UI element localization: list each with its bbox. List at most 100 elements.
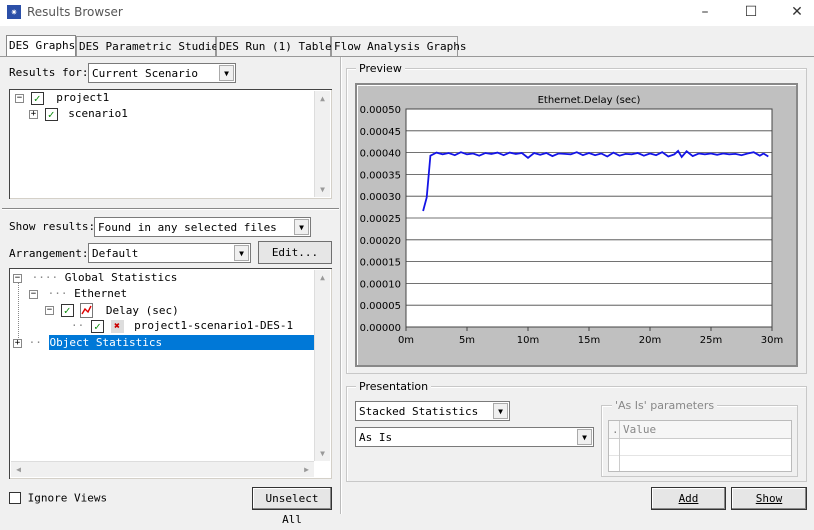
delay-label: Delay (sec) [105, 303, 179, 317]
scroll-right-icon[interactable]: ▶ [299, 462, 314, 477]
results-for-value: Current Scenario [92, 67, 198, 80]
presentation-mode-value: Stacked Statistics [359, 405, 479, 418]
delay-chart: Ethernet.Delay (sec) 0.00000 0.00005 0.0001… [360, 95, 784, 346]
unselect-all-button[interactable]: Unselect All [252, 487, 332, 526]
y-tick-label: 0.00045 [360, 127, 401, 138]
results-for-select[interactable]: Current Scenario ▼ [88, 63, 236, 83]
title-bar: ✷ Results Browser – ☐ ✕ [0, 0, 814, 26]
tree-node-scenario1[interactable]: + ✓ scenario1 [29, 107, 128, 123]
filter-value: As Is [359, 431, 393, 444]
expand-icon[interactable]: + [13, 338, 22, 348]
chevron-down-icon: ▼ [234, 245, 249, 261]
maximize-button[interactable]: ☐ [728, 0, 774, 26]
y-tick-label: 0.00015 [360, 258, 401, 269]
project1-label: project1 [56, 91, 110, 104]
global-statistics-label: Global Statistics [64, 271, 178, 284]
statistics-tree: − ···· Global Statistics − ··· Ethernet … [9, 268, 332, 479]
scroll-left-icon[interactable]: ◀ [11, 462, 26, 477]
tab-des-parametric-studies[interactable]: DES Parametric Studies [76, 36, 225, 56]
tree-node-run[interactable]: ·· ✓ ✖ project1-scenario1-DES-1 [71, 319, 293, 335]
add-button[interactable]: Add [651, 487, 726, 510]
parameters-header-value: Value [623, 423, 657, 436]
y-tick-label: 0.00005 [360, 301, 401, 312]
filter-select[interactable]: As Is ▼ [355, 427, 594, 447]
tree-node-delay[interactable]: − ✓ Delay (sec) [45, 303, 179, 319]
tree-node-global-statistics[interactable]: − ···· Global Statistics [13, 271, 177, 287]
tree-node-object-statistics[interactable]: + ·· Object Statistics [13, 335, 326, 351]
tree-node-project1[interactable]: − ✓ project1 [15, 91, 109, 107]
y-tick-label: 0.00000 [360, 323, 401, 334]
arrangement-value: Default [92, 247, 139, 260]
y-tick-label: 0.00025 [360, 214, 401, 225]
collapse-icon[interactable]: − [15, 93, 24, 103]
chart-title: Ethernet.Delay (sec) [538, 95, 641, 106]
parameters-header-dot: . [612, 423, 619, 436]
show-label: Show [755, 492, 783, 505]
y-tick-label: 0.00030 [360, 192, 401, 203]
x-tick-label: 5m [459, 335, 475, 346]
show-results-label: Show results: [9, 220, 96, 233]
x-tick-label: 10m [517, 335, 539, 346]
y-tick-label: 0.00050 [360, 105, 401, 116]
minimize-button[interactable]: – [682, 0, 728, 26]
arrangement-label: Arrangement: [9, 247, 89, 260]
tree-node-ethernet[interactable]: − ··· Ethernet [29, 287, 127, 303]
edit-button[interactable]: Edit... [258, 241, 332, 264]
checkbox-run[interactable]: ✓ [90, 319, 104, 333]
file-tree: − ✓ project1 + ✓ scenario1 ▲ ▼ [9, 89, 332, 199]
ignore-views-checkbox-row[interactable]: Ignore Views [9, 491, 107, 505]
add-label: Add [678, 492, 699, 505]
presentation-mode-select[interactable]: Stacked Statistics ▼ [355, 401, 510, 421]
object-statistics-label: Object Statistics [48, 335, 326, 350]
window-title: Results Browser [27, 5, 123, 19]
preview-title: Preview [356, 62, 405, 75]
scroll-up-icon[interactable]: ▲ [315, 91, 330, 106]
scroll-up-icon[interactable]: ▲ [315, 270, 330, 285]
chevron-down-icon: ▼ [577, 429, 592, 445]
scroll-down-icon[interactable]: ▼ [315, 446, 330, 461]
checkbox-project1[interactable]: ✓ [30, 91, 44, 105]
ignore-views-checkbox[interactable] [9, 492, 21, 504]
chevron-down-icon: ▼ [294, 219, 309, 235]
results-for-label: Results for: [9, 66, 89, 79]
x-tick-label: 15m [578, 335, 600, 346]
close-button[interactable]: ✕ [774, 0, 814, 26]
panel-divider [340, 57, 342, 514]
arrangement-select[interactable]: Default ▼ [88, 243, 251, 263]
collapse-icon[interactable]: − [13, 273, 22, 283]
checkbox-scenario1[interactable]: ✓ [44, 107, 58, 121]
x-tick-label: 25m [700, 335, 722, 346]
checkbox-delay[interactable]: ✓ [60, 304, 74, 317]
presentation-title: Presentation [356, 380, 432, 393]
run-label: project1-scenario1-DES-1 [134, 319, 294, 332]
show-button[interactable]: Show [731, 487, 807, 510]
ethernet-label: Ethernet [74, 287, 128, 300]
as-is-parameters-title: 'As Is' parameters [612, 399, 718, 412]
collapse-icon[interactable]: − [29, 289, 38, 299]
scenario1-label: scenario1 [68, 107, 128, 120]
parameters-header: . Value [609, 421, 791, 439]
y-tick-label: 0.00040 [360, 149, 401, 160]
tab-des-graphs[interactable]: DES Graphs [6, 35, 76, 56]
chevron-down-icon: ▼ [493, 403, 508, 419]
scroll-down-icon[interactable]: ▼ [315, 182, 330, 197]
expand-icon[interactable]: + [29, 109, 38, 119]
file-tree-scrollbar[interactable]: ▲ ▼ [314, 91, 330, 197]
y-tick-label: 0.00035 [360, 170, 401, 181]
tab-des-run-tables[interactable]: DES Run (1) Tables [216, 36, 338, 56]
tab-flow-analysis-graphs[interactable]: Flow Analysis Graphs [331, 36, 466, 56]
x-tick-label: 30m [761, 335, 783, 346]
x-tick-label: 0m [398, 335, 414, 346]
ignore-views-label: Ignore Views [27, 491, 108, 505]
star-icon: ✷ [7, 5, 21, 19]
run-file-icon: ✖ [110, 319, 124, 333]
collapse-icon[interactable]: − [45, 306, 54, 315]
chart-frame: Ethernet.Delay (sec) 0.00000 0.00005 0.0001… [355, 83, 798, 367]
show-results-select[interactable]: Found in any selected files ▼ [94, 217, 311, 237]
parameters-row [609, 455, 791, 456]
y-tick-label: 0.00020 [360, 236, 401, 247]
splitter[interactable] [2, 208, 339, 210]
stats-tree-hscrollbar[interactable]: ◀ ▶ [11, 461, 314, 477]
stats-tree-vscrollbar[interactable]: ▲ ▼ [314, 270, 330, 461]
y-tick-label: 0.00010 [360, 279, 401, 290]
